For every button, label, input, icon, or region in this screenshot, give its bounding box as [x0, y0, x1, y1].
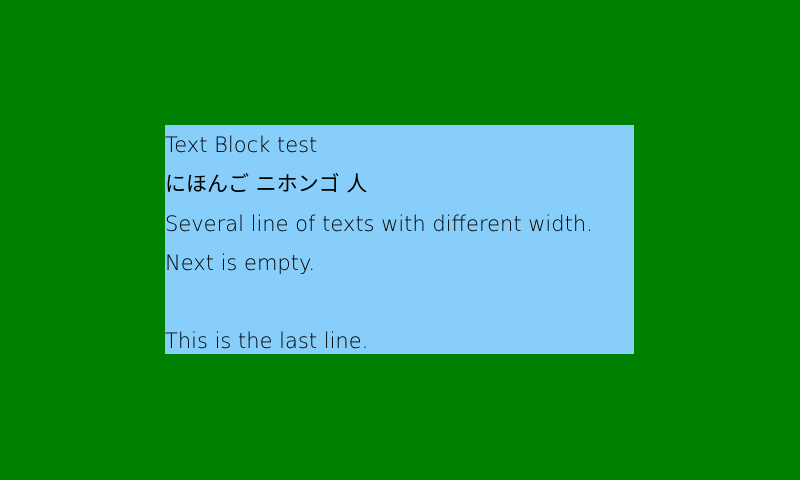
text-line: Next is empty. [165, 250, 316, 275]
text-line: にほんご ニホンゴ 人 [165, 172, 368, 197]
text-line: This is the last line. [165, 329, 369, 354]
text-line: Several line of texts with different wid… [165, 211, 593, 236]
text-block: Text Block test にほんご ニホンゴ 人 Several line… [165, 125, 634, 354]
text-line: Text Block test [165, 133, 318, 157]
empty-line [165, 282, 634, 321]
